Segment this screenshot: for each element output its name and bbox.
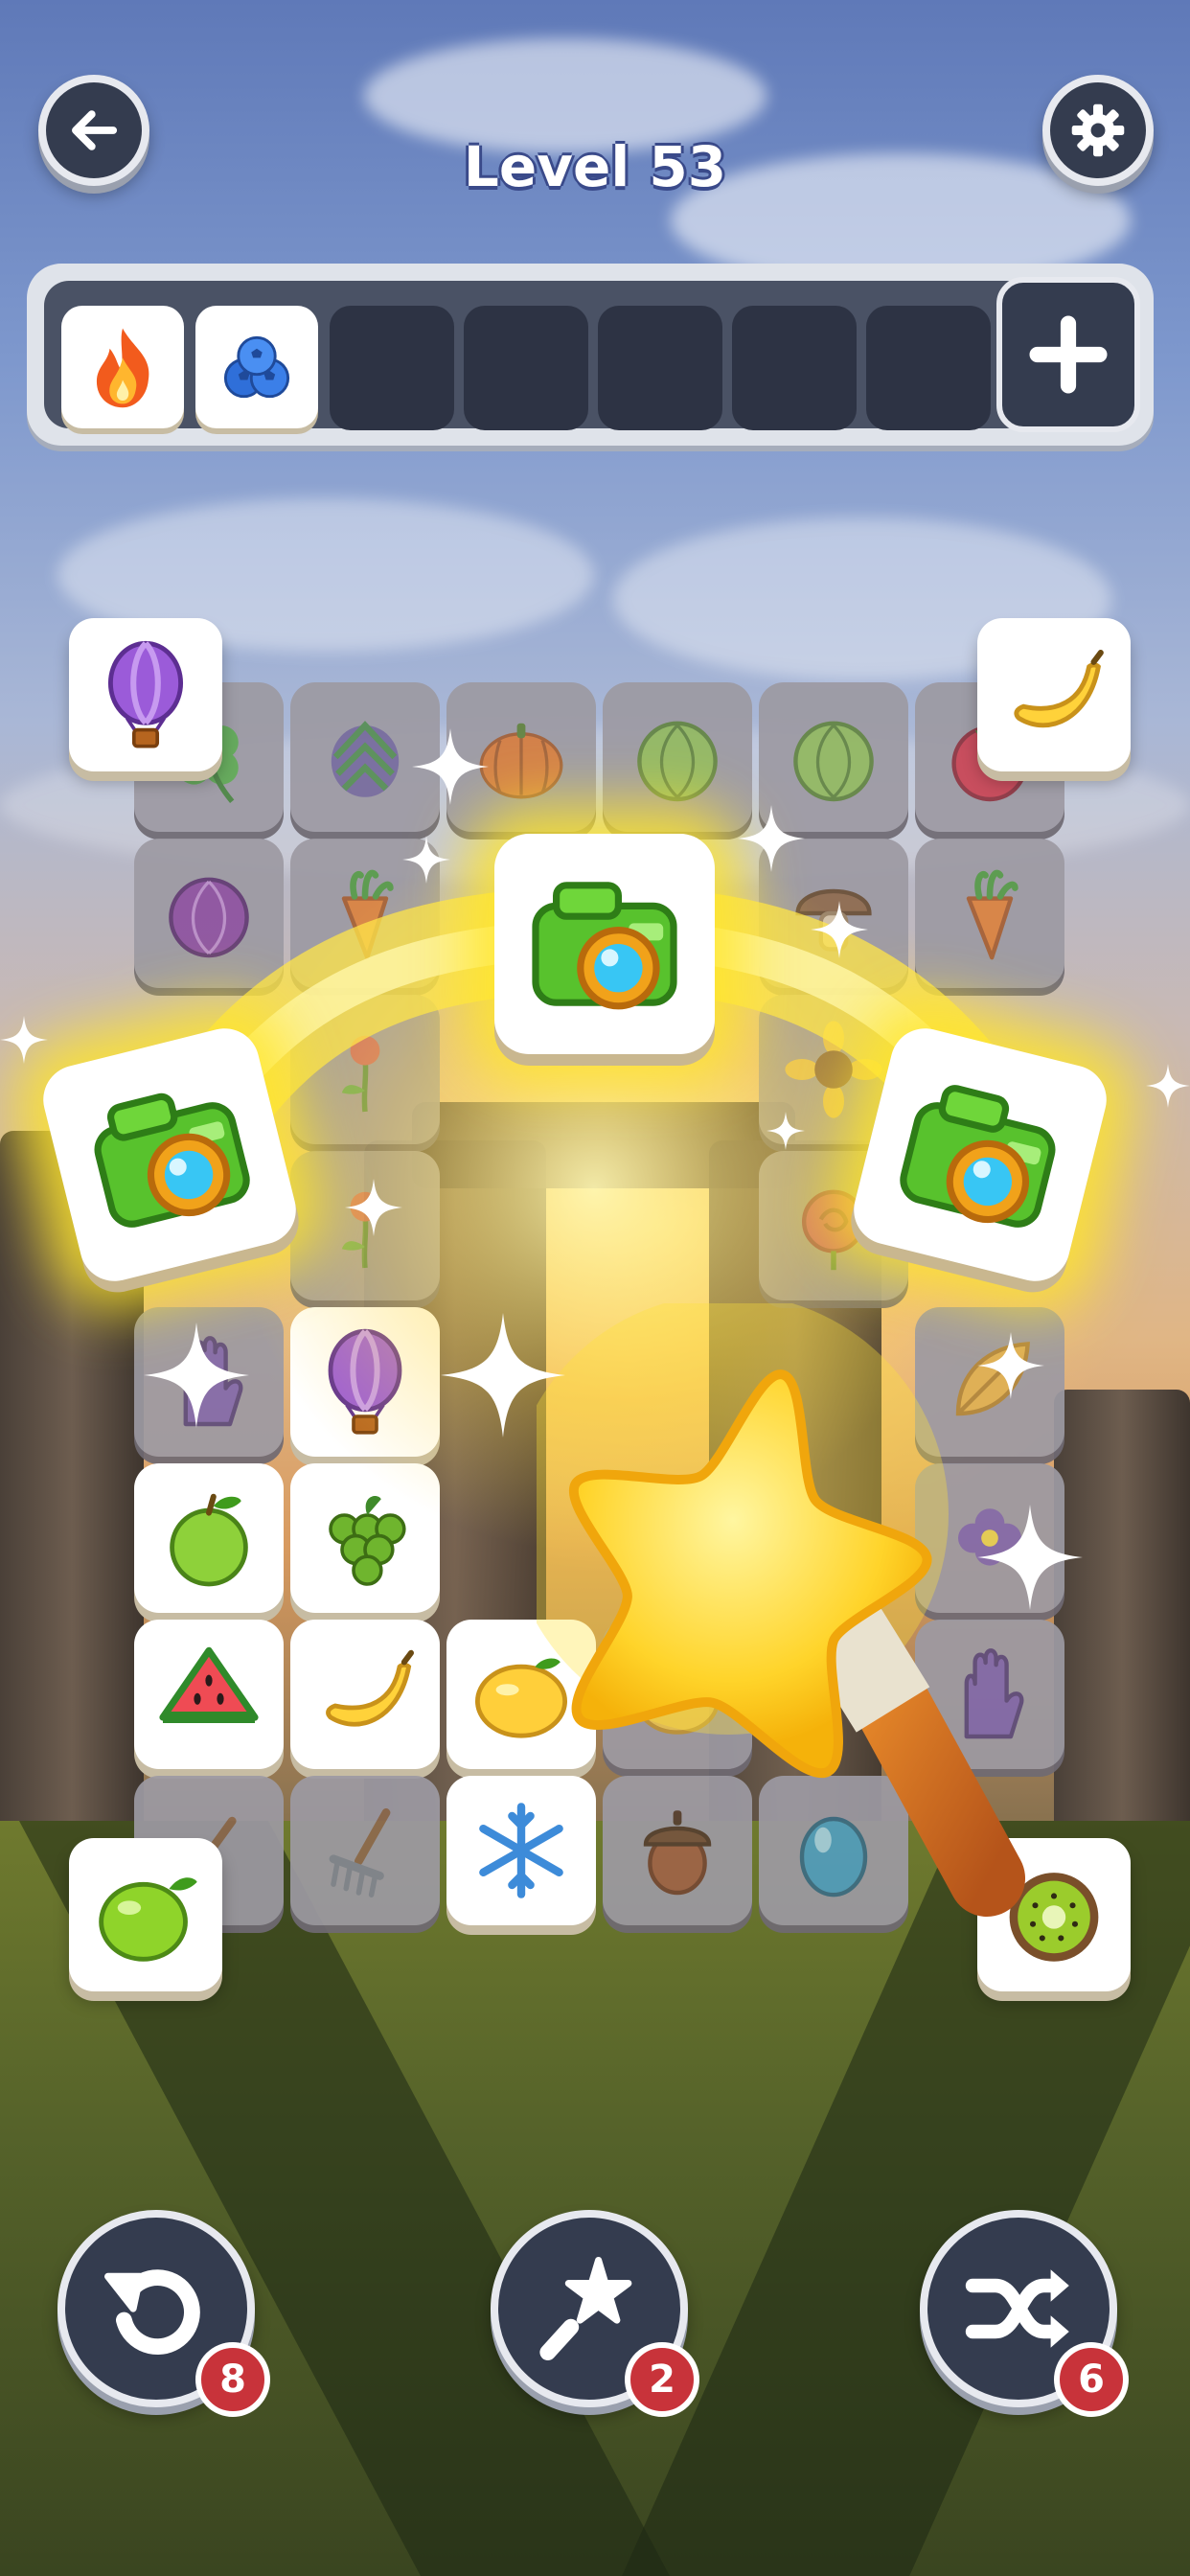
sparkle-icon [402, 836, 450, 884]
undo-count-badge: 8 [195, 2342, 270, 2417]
sparkle-icon [345, 1179, 402, 1236]
sparkle-icon [767, 1112, 805, 1150]
magic-wand-count-badge: 2 [625, 2342, 699, 2417]
sparkle-icon [738, 805, 805, 872]
magic-arc-glow [129, 824, 1059, 1552]
shuffle-count-badge: 6 [1054, 2342, 1129, 2417]
sparkle-icon [144, 1322, 249, 1428]
matched-tile-camera [494, 834, 715, 1054]
sparkle-icon [441, 1313, 565, 1438]
sparkle-icon [977, 1505, 1083, 1610]
shuffle-icon [965, 2269, 1069, 2348]
star-wand-icon [537, 1303, 1025, 1917]
sparkle-icon [412, 728, 489, 805]
undo-icon [104, 2269, 200, 2356]
game-screen: Level 53 8 2 6 [0, 0, 1190, 2576]
sparkle-icon [0, 1016, 48, 1064]
sparkle-icon [977, 1332, 1044, 1399]
camera-icon [65, 1050, 274, 1259]
sparkle-icon [1146, 1064, 1190, 1108]
camera-icon [876, 1050, 1085, 1259]
sparkle-icon [811, 901, 868, 958]
camera-icon [518, 858, 691, 1030]
magic-wand-icon [539, 2257, 632, 2360]
